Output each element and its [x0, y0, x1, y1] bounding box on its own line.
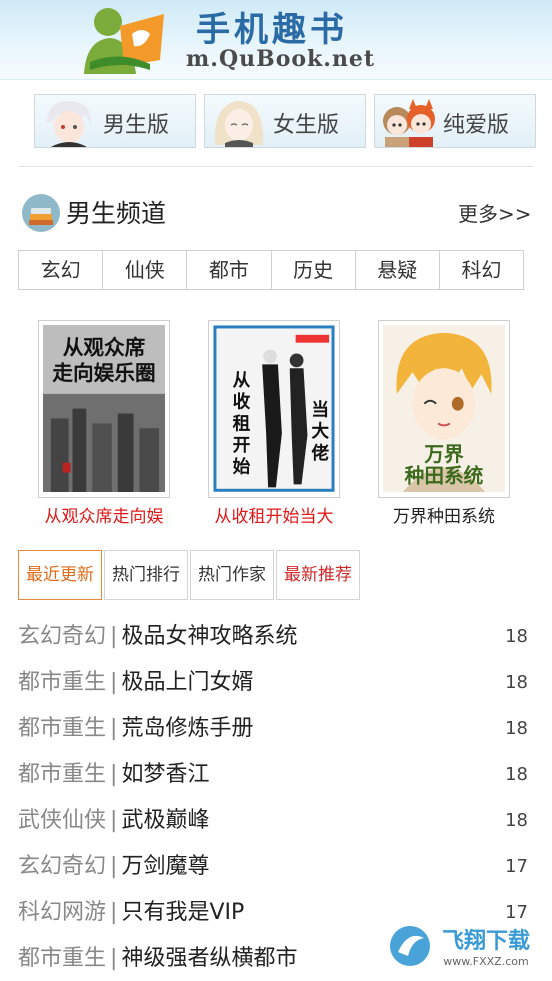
- list-item-title: 如梦香江: [121, 762, 210, 787]
- separator: |: [110, 900, 118, 925]
- list-item-category: 都市重生: [18, 670, 107, 695]
- more-link[interactable]: 更多>>: [458, 198, 532, 227]
- category-xuanyi[interactable]: 悬疑: [356, 251, 440, 289]
- list-item-title: 神级强者纵横都市: [121, 946, 298, 971]
- list-item-title: 荒岛修炼手册: [121, 716, 254, 741]
- list-tabs: 最近更新 热门排行 热门作家 最新推荐: [18, 550, 362, 600]
- separator: |: [110, 762, 118, 787]
- list-item-category: 玄幻奇幻: [18, 854, 107, 879]
- separator: |: [110, 946, 118, 971]
- list-item-count: 18: [505, 764, 528, 785]
- category-xianxia[interactable]: 仙侠: [103, 251, 188, 289]
- tab-recent-updates[interactable]: 最近更新: [18, 550, 102, 600]
- list-item-title: 武极巅峰: [121, 808, 210, 833]
- list-item[interactable]: 玄幻奇幻 | 极品女神攻略系统 18: [18, 614, 534, 660]
- watermark-url: www.FXXZ.com: [443, 955, 528, 968]
- list-item-title: 只有我是VIP: [121, 900, 245, 925]
- list-item-category: 科幻网游: [18, 900, 107, 925]
- list-item-count: 18: [505, 718, 528, 739]
- list-item[interactable]: 都市重生 | 如梦香江 18: [18, 752, 534, 798]
- book-cover: 从观众席 走向娱乐圈: [38, 320, 170, 498]
- list-item-category: 玄幻奇幻: [18, 624, 107, 649]
- category-lishi[interactable]: 历史: [272, 251, 356, 289]
- list-item-category: 都市重生: [18, 946, 107, 971]
- book-cover-image: 从 收 租 开 始 当 大 佬: [213, 325, 335, 493]
- tab-new-recommend[interactable]: 最新推荐: [276, 550, 360, 600]
- site-header: 手机趣书 m.QuBook.net: [0, 0, 552, 80]
- svg-text:从观众席: 从观众席: [63, 336, 146, 360]
- svg-text:从: 从: [233, 370, 251, 391]
- svg-text:大: 大: [311, 420, 329, 442]
- svg-text:万界: 万界: [423, 443, 464, 466]
- list-item[interactable]: 都市重生 | 极品上门女婿 18: [18, 660, 534, 706]
- site-url: m.QuBook.net: [186, 46, 376, 72]
- list-item[interactable]: 玄幻奇幻 | 万剑魔尊 17: [18, 844, 534, 890]
- list-item[interactable]: 武侠仙侠 | 武极巅峰 18: [18, 798, 534, 844]
- book-title: 从观众席走向娱: [44, 507, 164, 527]
- site-logo-icon[interactable]: [80, 4, 170, 76]
- book-title: 万界种田系统: [393, 507, 495, 527]
- svg-text:始: 始: [233, 456, 251, 478]
- featured-book-2[interactable]: 从 收 租 开 始 当 大 佬 从收租开始当大: [206, 320, 342, 527]
- list-item-title: 万剑魔尊: [121, 854, 210, 879]
- svg-text:走向娱乐圈: 走向娱乐圈: [52, 361, 155, 385]
- svg-text:种田系统: 种田系统: [404, 464, 484, 487]
- svg-text:开: 开: [233, 436, 251, 456]
- book-cover-image: 万界 种田系统: [383, 325, 505, 493]
- list-item[interactable]: 都市重生 | 荒岛修炼手册 18: [18, 706, 534, 752]
- separator: |: [110, 854, 118, 879]
- category-grid: 玄幻 仙侠 都市 历史 悬疑 科幻: [18, 250, 524, 290]
- featured-book-3[interactable]: 万界 种田系统 万界种田系统: [376, 320, 512, 527]
- version-selector: 男生版 女生版 纯爱版: [34, 94, 536, 148]
- divider: [18, 166, 534, 167]
- svg-text:当: 当: [311, 399, 329, 421]
- girl-avatar-icon: [214, 101, 264, 147]
- boy-avatar-icon: [47, 101, 91, 147]
- featured-book-1[interactable]: 从观众席 走向娱乐圈 从观众席走向娱: [36, 320, 172, 527]
- separator: |: [110, 716, 118, 741]
- female-version-label: 女生版: [273, 113, 340, 138]
- list-item-category: 武侠仙侠: [18, 808, 107, 833]
- list-item-title: 极品上门女婿: [121, 670, 254, 695]
- site-title: 手机趣书: [196, 10, 348, 50]
- list-item-title: 极品女神攻略系统: [121, 624, 298, 649]
- tab-hot-ranking[interactable]: 热门排行: [104, 550, 188, 600]
- list-item-category: 都市重生: [18, 762, 107, 787]
- female-version-button[interactable]: 女生版: [204, 94, 366, 148]
- category-kehuan[interactable]: 科幻: [440, 251, 523, 289]
- couple-avatar-icon: [383, 99, 435, 147]
- category-xuanhuan[interactable]: 玄幻: [19, 251, 104, 289]
- svg-text:收: 收: [233, 391, 251, 413]
- list-item-count: 18: [505, 626, 528, 647]
- male-version-label: 男生版: [103, 113, 170, 138]
- separator: |: [110, 670, 118, 695]
- book-cover-image: 从观众席 走向娱乐圈: [43, 325, 165, 493]
- list-item-count: 18: [505, 810, 528, 831]
- book-cover: 从 收 租 开 始 当 大 佬: [208, 320, 340, 498]
- books-stack-icon: [22, 194, 60, 232]
- tab-hot-authors[interactable]: 热门作家: [190, 550, 274, 600]
- category-dushi[interactable]: 都市: [187, 251, 272, 289]
- male-version-button[interactable]: 男生版: [34, 94, 196, 148]
- list-item-count: 18: [505, 672, 528, 693]
- svg-text:佬: 佬: [311, 442, 329, 464]
- watermark-text: 飞翔下载: [442, 928, 530, 954]
- list-item-category: 都市重生: [18, 716, 107, 741]
- separator: |: [110, 624, 118, 649]
- separator: |: [110, 808, 118, 833]
- watermark-logo: 飞翔下载 www.FXXZ.com: [386, 922, 548, 970]
- svg-text:租: 租: [233, 412, 251, 434]
- list-item-count: 17: [505, 856, 528, 877]
- book-title: 从收租开始当大: [214, 507, 334, 527]
- bl-version-label: 纯爱版: [443, 113, 510, 138]
- book-cover: 万界 种田系统: [378, 320, 510, 498]
- channel-title: 男生频道: [66, 199, 167, 228]
- bl-version-button[interactable]: 纯爱版: [374, 94, 536, 148]
